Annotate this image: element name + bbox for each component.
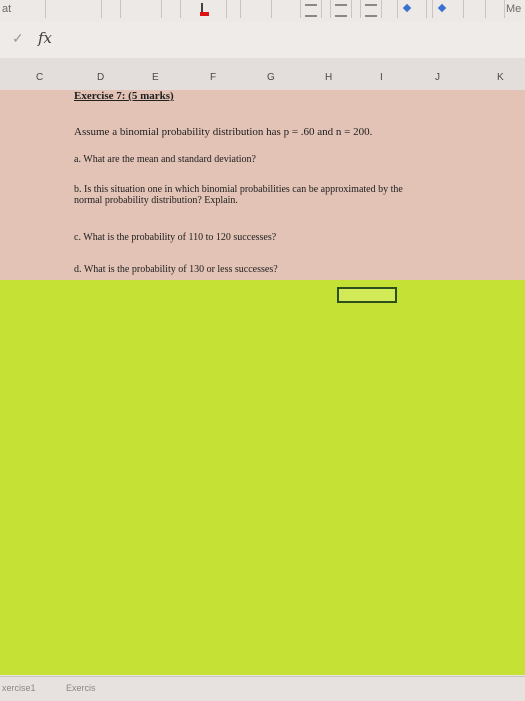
merge-icon[interactable] — [485, 0, 505, 18]
font-color-button[interactable] — [180, 0, 227, 18]
formula-bar: ✓ fx — [0, 22, 525, 59]
toolbar-right-label: Me — [506, 3, 522, 15]
sheet-tab-exercise1[interactable]: xercise1 — [2, 683, 36, 693]
toolbar-button[interactable] — [240, 0, 272, 18]
column-header-i[interactable]: I — [380, 72, 383, 83]
toolbar: at Me — [0, 0, 525, 23]
increase-indent-icon[interactable] — [432, 0, 464, 18]
align-right-icon[interactable] — [360, 0, 382, 18]
toolbar-button[interactable] — [120, 0, 162, 18]
column-header-f[interactable]: F — [210, 72, 216, 83]
align-center-icon[interactable] — [330, 0, 352, 18]
toolbar-button[interactable] — [45, 0, 102, 18]
sheet-tab-bar: xercise1 Exercis — [0, 676, 525, 701]
question-b-line1: b. Is this situation one in which binomi… — [74, 184, 403, 195]
column-headers: C D E F G H I J K — [0, 58, 525, 91]
exercise-prompt: Assume a binomial probability distributi… — [74, 126, 373, 138]
column-header-d[interactable]: D — [97, 72, 104, 83]
align-left-icon[interactable] — [300, 0, 322, 18]
fx-label: fx — [38, 29, 53, 47]
column-header-g[interactable]: G — [267, 72, 275, 83]
column-header-j[interactable]: J — [435, 72, 440, 83]
worksheet-content: Exercise 7: (5 marks) Assume a binomial … — [0, 90, 525, 280]
question-b-line2: normal probability distribution? Explain… — [74, 195, 238, 206]
toolbar-left-label: at — [2, 3, 12, 15]
exercise-title: Exercise 7: (5 marks) — [74, 90, 174, 102]
highlighted-cells[interactable] — [0, 280, 525, 675]
question-c: c. What is the probability of 110 to 120… — [74, 232, 277, 243]
column-header-c[interactable]: C — [36, 72, 43, 83]
check-icon[interactable]: ✓ — [12, 30, 24, 47]
column-header-e[interactable]: E — [152, 72, 159, 83]
question-a: a. What are the mean and standard deviat… — [74, 154, 256, 165]
column-header-k[interactable]: K — [497, 72, 504, 83]
decrease-indent-icon[interactable] — [397, 0, 427, 18]
question-d: d. What is the probability of 130 or les… — [74, 264, 278, 275]
sheet-tab-exercise[interactable]: Exercis — [66, 683, 96, 693]
selected-cell[interactable] — [337, 287, 397, 303]
column-header-h[interactable]: H — [325, 72, 332, 83]
